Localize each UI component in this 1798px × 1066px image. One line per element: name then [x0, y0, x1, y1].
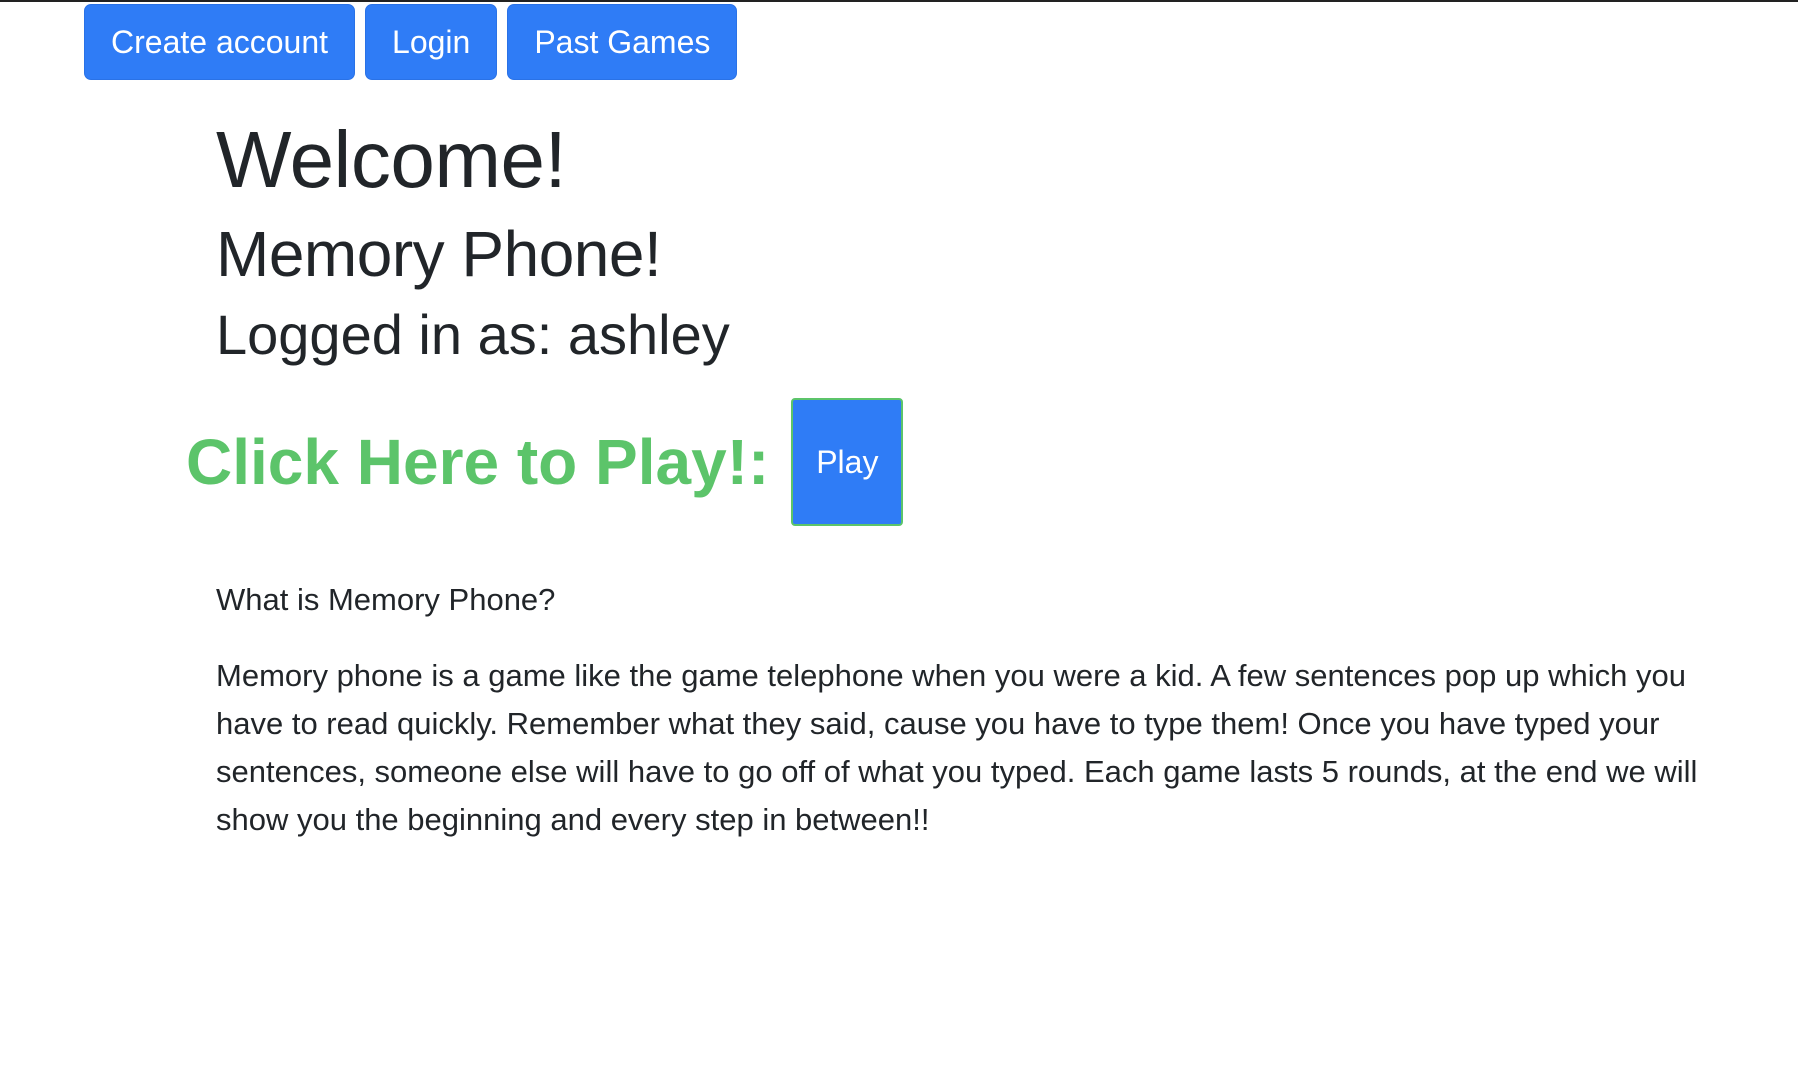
app-title: Memory Phone!: [216, 218, 662, 290]
logged-in-status: Logged in as: ashley: [216, 302, 730, 366]
welcome-heading: Welcome!: [216, 115, 567, 204]
main-header: Welcome! Memory Phone! Logged in as: ash…: [216, 112, 1756, 368]
about-question: What is Memory Phone?: [216, 582, 556, 617]
past-games-button[interactable]: Past Games: [507, 4, 738, 80]
login-button[interactable]: Login: [365, 4, 498, 80]
about-section: What is Memory Phone? Memory phone is a …: [216, 577, 1756, 844]
play-prompt: Click Here to Play!:: [186, 425, 770, 498]
play-button[interactable]: Play: [791, 398, 904, 526]
create-account-button[interactable]: Create account: [84, 4, 356, 80]
top-nav: Create account Login Past Games: [84, 4, 738, 80]
about-description: Memory phone is a game like the game tel…: [216, 657, 1698, 837]
play-row: Click Here to Play!: Play: [186, 398, 904, 526]
